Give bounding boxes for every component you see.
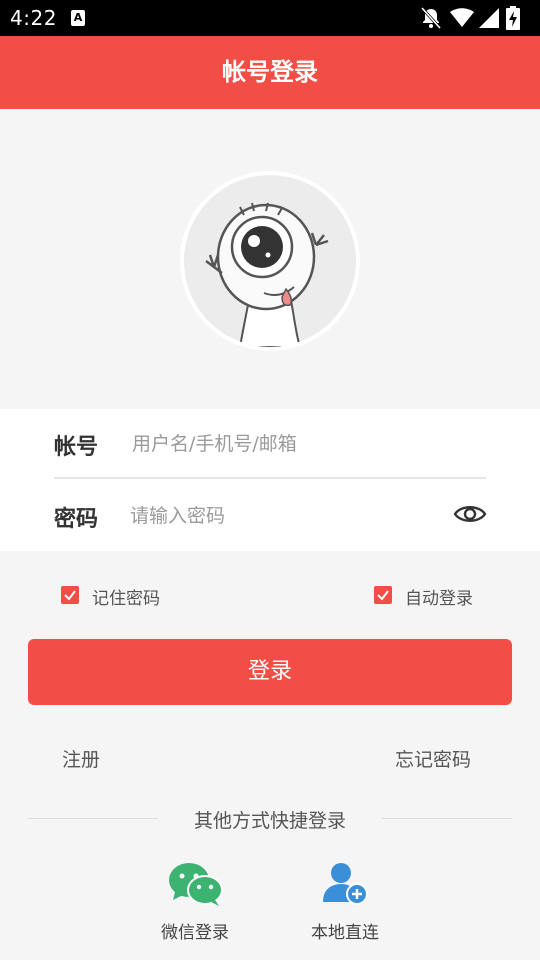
page-title: 帐号登录: [222, 58, 318, 86]
form-divider: [54, 477, 486, 479]
signal-icon: [479, 8, 499, 28]
other-login-title: 其他方式快捷登录: [193, 810, 346, 832]
add-user-icon: [323, 863, 368, 905]
local-connect-label: 本地直连: [311, 923, 379, 943]
password-input[interactable]: [130, 501, 430, 531]
forgot-password-link[interactable]: 忘记密码: [395, 745, 471, 772]
wifi-icon: [450, 8, 474, 27]
wechat-icon: [169, 863, 223, 906]
remember-password-check-icon[interactable]: [61, 586, 79, 604]
login-form: 帐号 密码: [0, 409, 540, 551]
bell-off-icon: [420, 6, 442, 30]
login-button[interactable]: 登录: [28, 639, 512, 705]
title-bar: 帐号登录: [0, 36, 540, 109]
avatar-area: [0, 109, 540, 409]
account-label: 帐号: [54, 435, 99, 460]
password-label: 密码: [54, 507, 99, 532]
status-bar: 4:22 A: [0, 0, 540, 36]
notification-icon: A: [71, 10, 85, 26]
wechat-login-button[interactable]: 微信登录: [155, 860, 235, 943]
battery-charging-icon: [506, 6, 520, 30]
register-link[interactable]: 注册: [62, 745, 100, 772]
remember-password-label: 记住密码: [92, 589, 160, 609]
avatar[interactable]: [180, 171, 360, 351]
status-time: 4:22: [10, 6, 57, 30]
local-connect-button[interactable]: 本地直连: [305, 860, 385, 943]
auto-login-check-icon[interactable]: [374, 586, 392, 604]
show-password-icon[interactable]: [453, 502, 487, 526]
eyeball-mascot-illustration: [205, 202, 329, 347]
auto-login-label: 自动登录: [405, 589, 473, 609]
account-input[interactable]: [132, 429, 472, 459]
wechat-login-label: 微信登录: [161, 923, 229, 943]
status-icons: [420, 6, 530, 30]
